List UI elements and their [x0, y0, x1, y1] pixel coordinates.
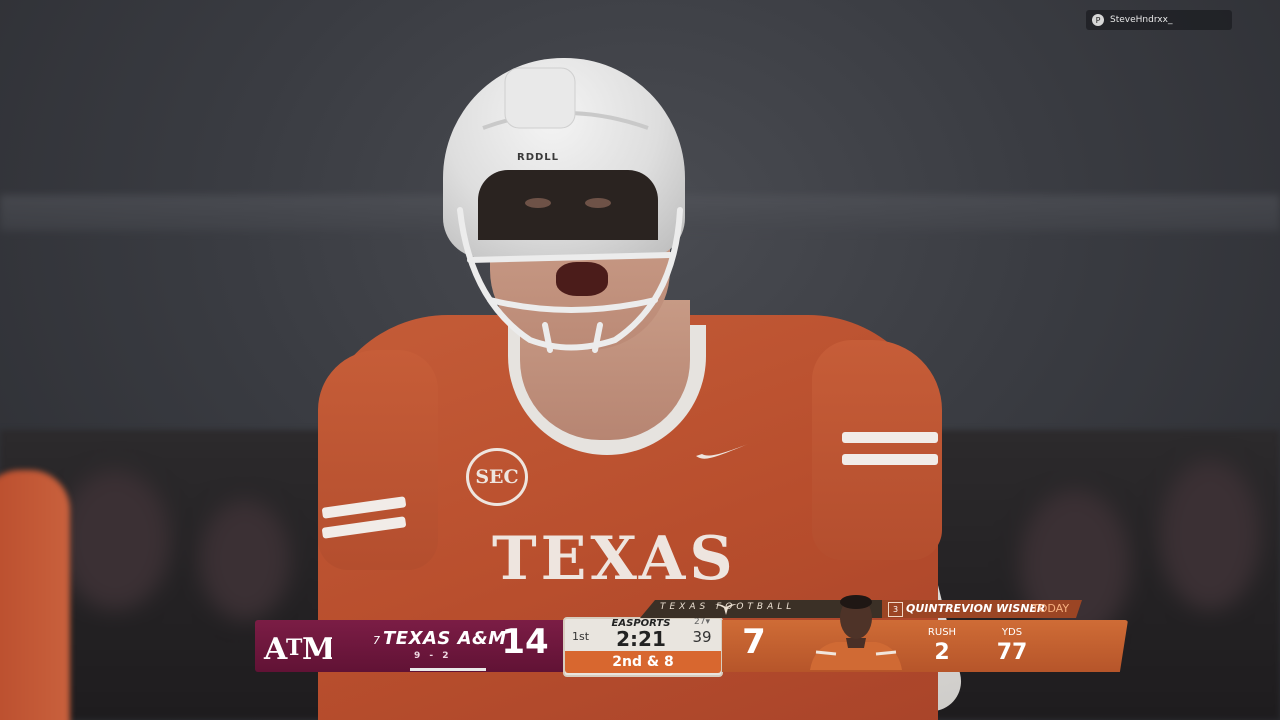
longhorn-icon	[715, 604, 737, 615]
possession-indicator	[410, 668, 486, 671]
psn-user-badge: P SteveHndrxx_	[1086, 10, 1232, 30]
away-team-record: 9 - 2	[414, 651, 452, 661]
svg-text:T: T	[286, 635, 303, 661]
jersey-right-sleeve	[812, 340, 942, 560]
stat-value-yds: 77	[996, 640, 1028, 665]
away-team-rank: 7	[373, 634, 380, 647]
playstation-icon: P	[1092, 14, 1104, 26]
svg-text:M: M	[302, 632, 332, 667]
jersey-wordmark: TEXAS	[492, 524, 737, 594]
facemask-icon	[457, 207, 683, 353]
timeouts-indicator: 27▾	[694, 617, 710, 627]
blurred-teammate	[0, 470, 70, 720]
stat-label-yds: YDS	[1001, 627, 1023, 638]
player-headshot	[806, 594, 906, 670]
away-team-name: TEXAS A&M	[383, 628, 507, 649]
atm-logo-icon: A T M	[262, 623, 335, 669]
sec-patch: SEC	[466, 448, 528, 506]
swoosh-icon	[696, 444, 748, 459]
stat-value-rush: 2	[934, 640, 950, 665]
psn-username: SteveHndrxx_	[1110, 15, 1173, 25]
player-name: QUINTREVION WISNER	[906, 602, 1046, 615]
svg-text:A: A	[263, 632, 288, 667]
home-team-score: 7	[742, 622, 766, 662]
game-scene: SEC TEXAS RDDLL	[0, 0, 1280, 720]
game-clock: 2:21	[616, 627, 666, 651]
play-clock: 39	[692, 628, 712, 646]
stat-label-rush: RUSH	[927, 627, 957, 638]
game-quarter: 1st	[572, 630, 590, 643]
down-and-distance: 2nd & 8	[565, 651, 721, 673]
away-team-score: 14	[501, 622, 549, 662]
player-today-label: TODAY	[1032, 602, 1070, 615]
jersey-left-sleeve	[318, 350, 438, 570]
